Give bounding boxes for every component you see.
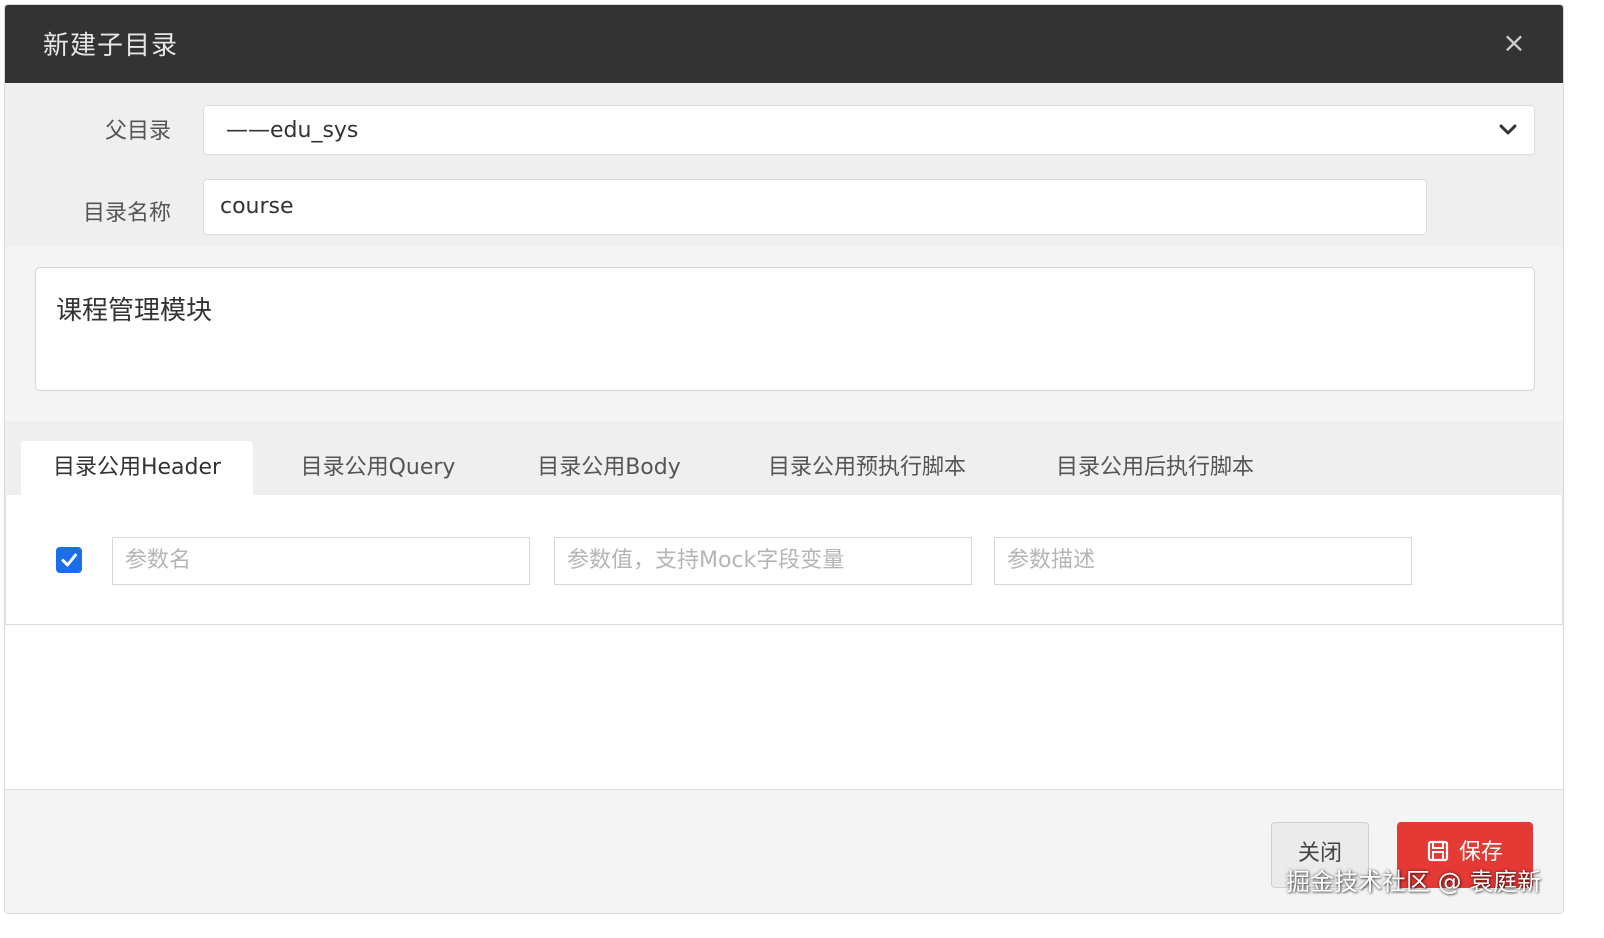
parent-directory-label: 父目录 [104,119,171,144]
parent-directory-value: ——edu_sys [226,118,359,143]
tab-post-script[interactable]: 目录公用后执行脚本 [1031,441,1279,495]
header-enabled-checkbox[interactable] [56,547,82,573]
param-name-input[interactable]: 参数名 [112,537,530,585]
check-icon [61,553,77,567]
param-value-input[interactable]: 参数值，支持Mock字段变量 [554,537,972,585]
form-area: 父目录 ——edu_sys 目录名称 course [5,83,1563,247]
save-icon [1427,840,1449,862]
parent-directory-select[interactable]: ——edu_sys [203,105,1535,155]
dialog-title: 新建子目录 [43,31,179,61]
description-textarea[interactable]: 课程管理模块 [35,267,1535,391]
dialog-header: 新建子目录 × [5,5,1563,83]
param-description-input[interactable]: 参数描述 [994,537,1412,585]
tab-query[interactable]: 目录公用Query [275,441,481,495]
tab-bar: 目录公用Header 目录公用Query 目录公用Body 目录公用预执行脚本 … [5,421,1563,495]
chevron-down-icon [1499,124,1517,135]
tab-header[interactable]: 目录公用Header [21,441,253,495]
new-subdirectory-dialog: 新建子目录 × 父目录 ——edu_sys 目录名称 course 课程管理模块… [4,4,1564,914]
watermark: 掘金技术社区 @ 袁庭新 [1286,868,1542,896]
directory-name-label: 目录名称 [82,201,171,226]
close-icon[interactable]: × [1499,28,1529,58]
tab-body[interactable]: 目录公用Body [513,441,705,495]
tab-pre-script[interactable]: 目录公用预执行脚本 [743,441,991,495]
directory-name-input[interactable]: course [203,179,1427,235]
description-area: 课程管理模块 [5,247,1563,421]
header-tab-panel: 参数名 参数值，支持Mock字段变量 参数描述 [5,495,1563,625]
